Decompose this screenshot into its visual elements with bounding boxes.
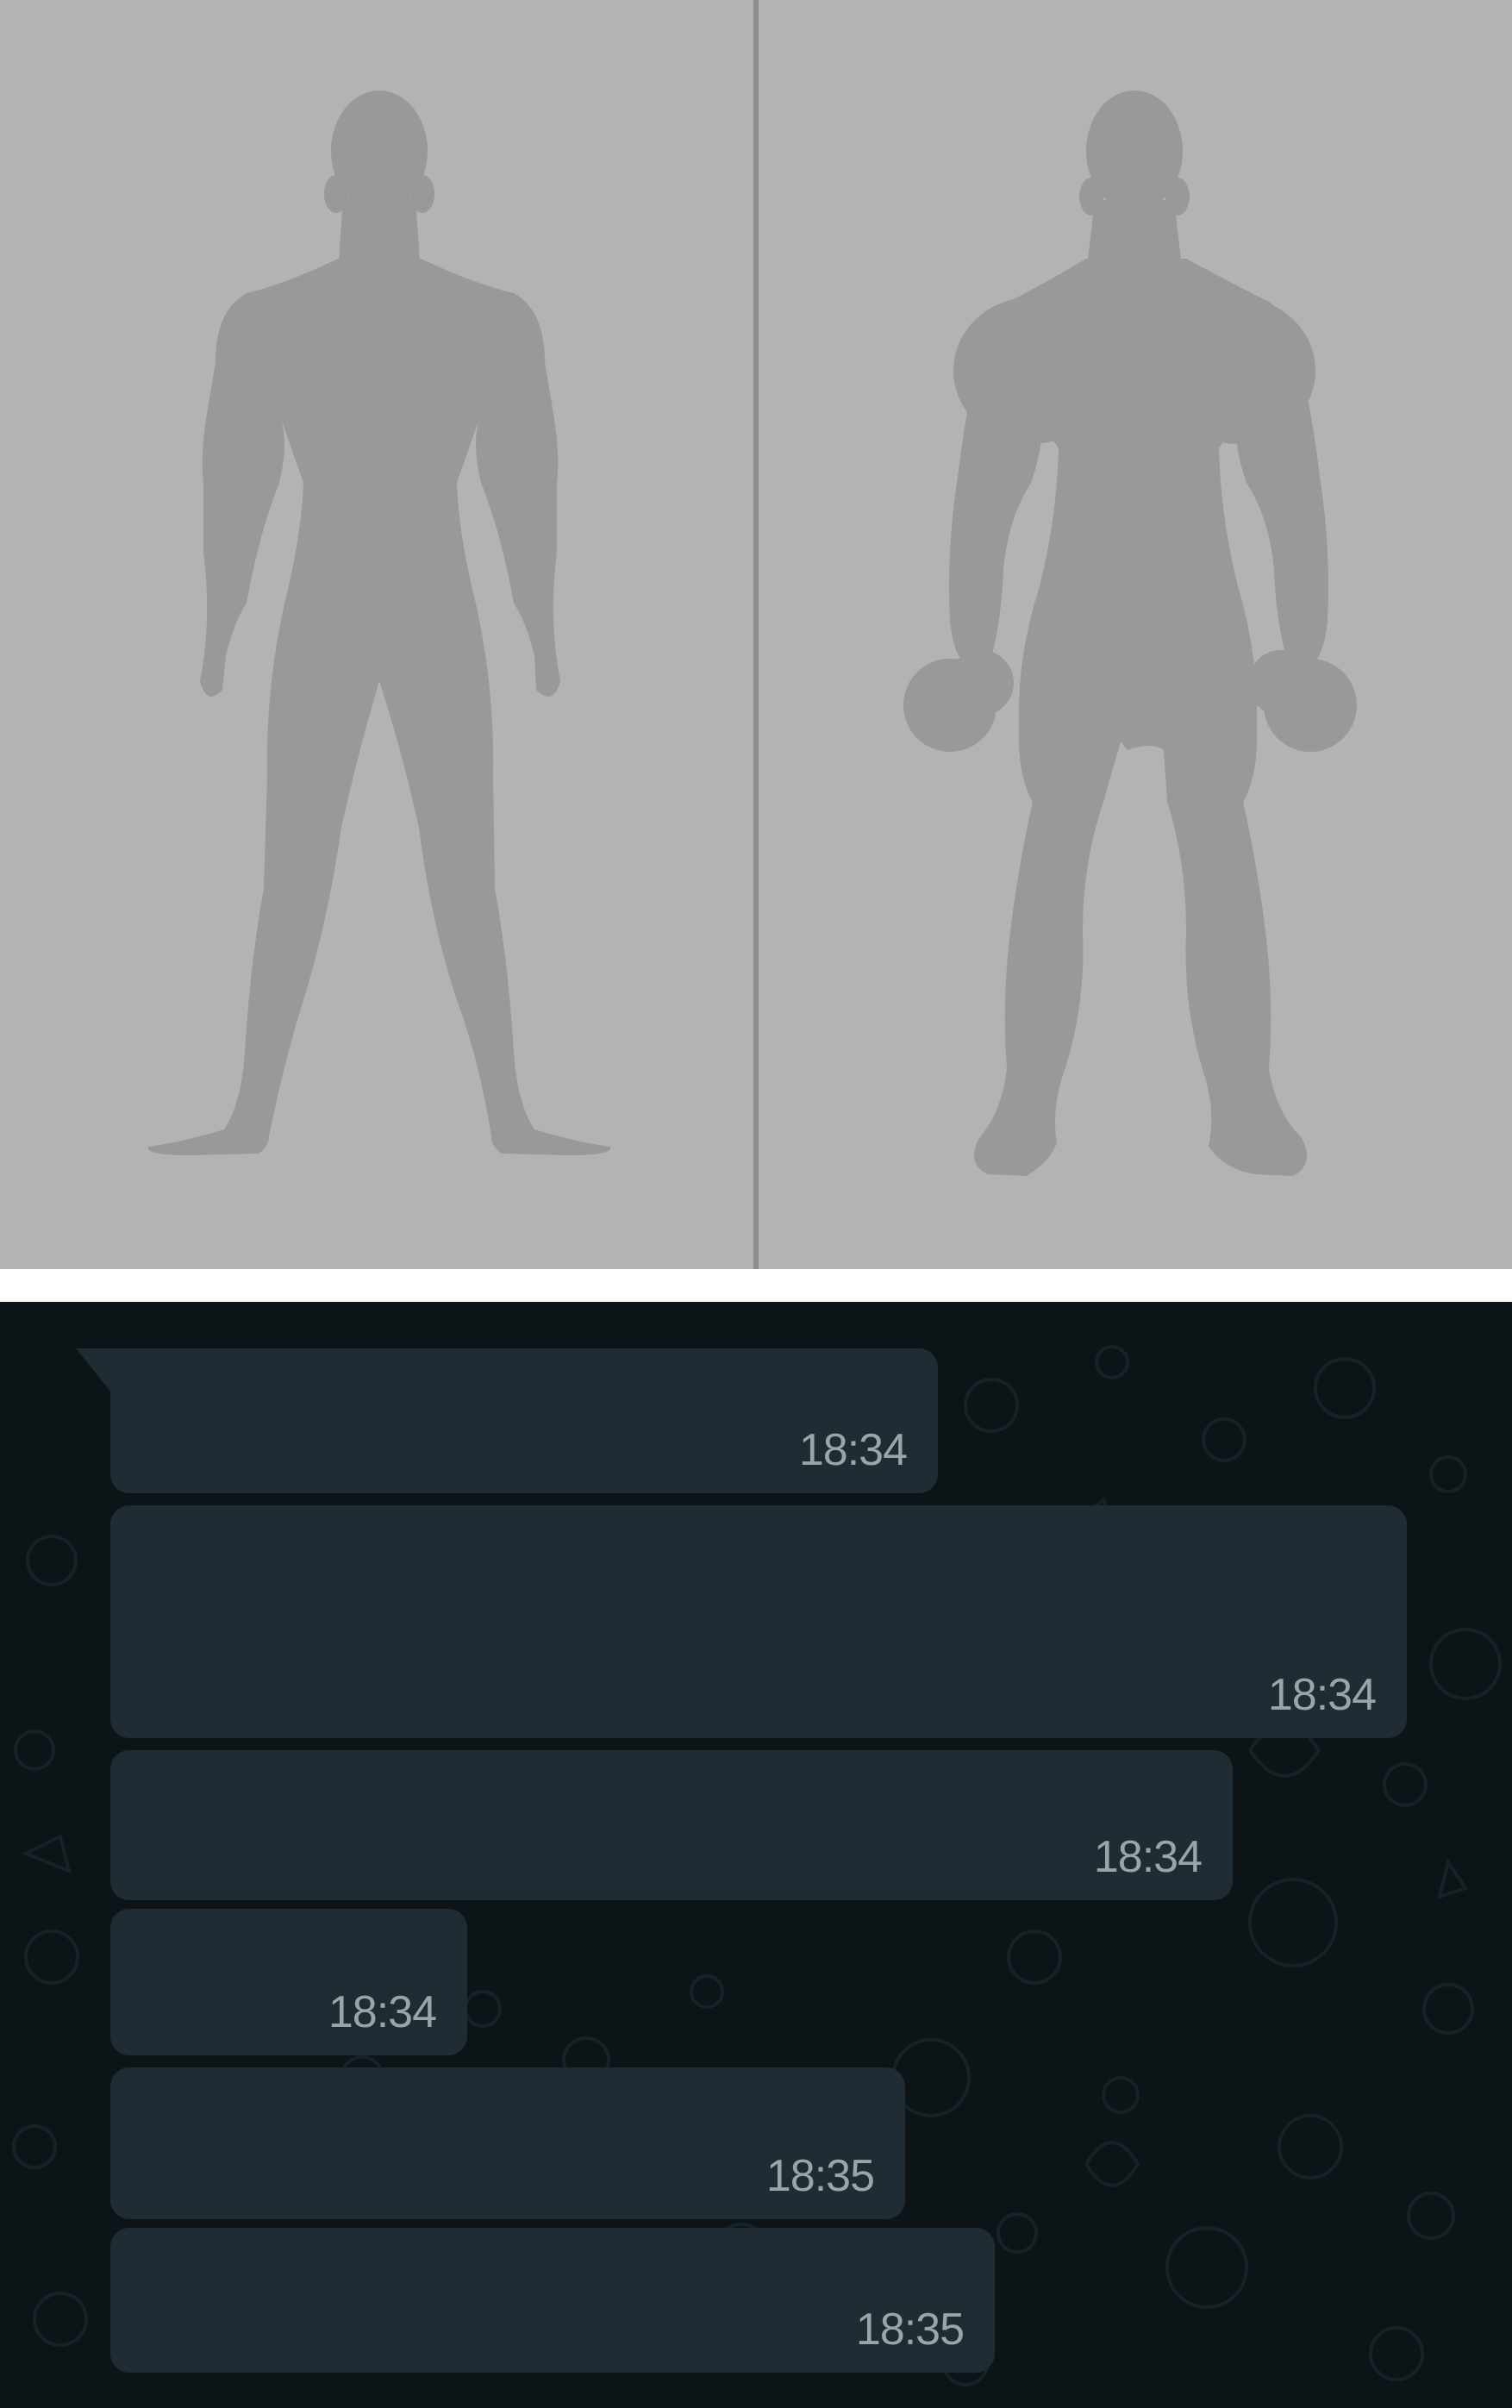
- message-timestamp: 18:34: [1093, 1832, 1203, 1882]
- message-bubble[interactable]: 18:34: [110, 1505, 1407, 1738]
- message-bubble[interactable]: 18:34: [110, 1348, 938, 1493]
- muscular-body-with-dumbbells-icon: [903, 91, 1357, 1176]
- message-timestamp: 18:34: [328, 1987, 437, 2037]
- message-timestamp: 18:34: [1267, 1670, 1377, 1720]
- before-panel: [0, 0, 753, 1269]
- after-panel: [759, 0, 1512, 1269]
- message-bubble[interactable]: 18:35: [110, 2067, 905, 2219]
- message-timestamp: 18:35: [855, 2305, 965, 2355]
- chat-panel[interactable]: 18:34 18:34 18:34 18:34 18:35 18:35: [0, 1302, 1512, 2408]
- slim-body-icon: [147, 91, 611, 1155]
- message-timestamp: 18:34: [798, 1425, 908, 1475]
- message-tail: [76, 1348, 112, 1393]
- body-comparison-image: [0, 0, 1512, 1269]
- message-bubble[interactable]: 18:35: [110, 2228, 995, 2373]
- message-bubble[interactable]: 18:34: [110, 1750, 1233, 1900]
- message-bubble[interactable]: 18:34: [110, 1909, 467, 2055]
- section-gap: [0, 1269, 1512, 1302]
- message-timestamp: 18:35: [765, 2151, 875, 2201]
